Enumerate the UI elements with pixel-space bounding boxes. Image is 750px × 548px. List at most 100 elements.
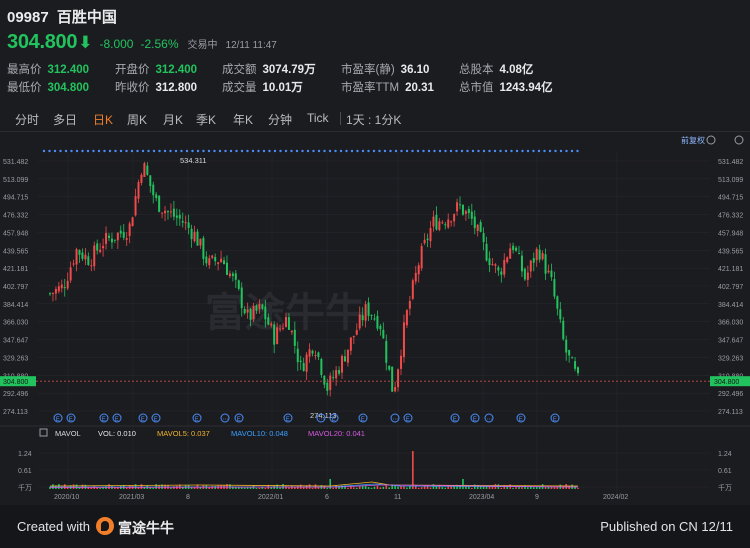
event-dot bbox=[70, 149, 73, 153]
stock-code: 09987 bbox=[7, 9, 49, 26]
event-dot bbox=[466, 149, 469, 153]
candle-body bbox=[249, 309, 252, 320]
candle-body bbox=[302, 363, 305, 372]
candle-body bbox=[435, 214, 438, 230]
candle-body bbox=[166, 211, 169, 213]
tab-4[interactable]: 月K bbox=[163, 111, 183, 128]
event-dot bbox=[565, 149, 568, 153]
event-dot bbox=[81, 149, 84, 153]
tab-6[interactable]: 年K bbox=[233, 111, 253, 128]
candle-body bbox=[131, 217, 134, 227]
tab-1[interactable]: 多日 bbox=[53, 111, 77, 128]
kline-chart[interactable]: 前复权 531.482 531.482 513.099 513.099 494.715 49… bbox=[0, 131, 750, 505]
tab-3[interactable]: 周K bbox=[127, 111, 147, 128]
timeframe-selector[interactable]: 1天 : 1分K bbox=[346, 111, 401, 128]
tab-5[interactable]: 季K bbox=[196, 111, 216, 128]
vol-tick-right: 1.24 bbox=[718, 451, 732, 458]
event-dot bbox=[114, 149, 117, 153]
event-dot bbox=[284, 149, 288, 153]
event-dot bbox=[262, 149, 266, 153]
tab-7[interactable]: 分钟 bbox=[268, 111, 292, 128]
volume-bar bbox=[376, 485, 379, 489]
tab-0[interactable]: 分时 bbox=[15, 111, 39, 128]
vol-tick-left: 千万 bbox=[18, 483, 32, 492]
y-tick-right: 531.482 bbox=[718, 159, 743, 166]
event-marker-text: E bbox=[237, 417, 241, 423]
candle-body bbox=[84, 254, 87, 260]
candle-body bbox=[155, 194, 158, 199]
vol-tick-right: 0.61 bbox=[718, 468, 732, 475]
event-dot bbox=[125, 149, 128, 153]
candle-body bbox=[105, 232, 108, 244]
candle-body bbox=[397, 369, 400, 388]
y-tick-right: 329.263 bbox=[718, 355, 743, 362]
y-tick-right: 421.181 bbox=[718, 266, 743, 273]
stat-value: 10.01万 bbox=[262, 82, 303, 94]
candle-body bbox=[146, 165, 149, 175]
volume-bar bbox=[512, 487, 514, 489]
stat-value: 36.10 bbox=[400, 64, 430, 76]
candle-body bbox=[408, 301, 411, 309]
y-tick-right: 457.948 bbox=[718, 230, 743, 237]
event-dot bbox=[103, 149, 106, 153]
volume-bar bbox=[577, 487, 579, 489]
candle-body bbox=[287, 317, 290, 330]
candle-body bbox=[172, 208, 175, 217]
candle-body bbox=[258, 303, 261, 310]
candle-body bbox=[264, 306, 267, 320]
candle-body bbox=[500, 271, 503, 275]
y-tick-right: 292.496 bbox=[718, 391, 743, 398]
event-dot bbox=[345, 149, 348, 153]
event-dot bbox=[169, 149, 172, 153]
candle-body bbox=[69, 267, 72, 281]
volume-bar bbox=[412, 451, 414, 489]
volume-bar bbox=[532, 487, 535, 489]
event-dot bbox=[279, 149, 282, 153]
adjust-label: 前复权 bbox=[681, 135, 705, 145]
volume-bar bbox=[170, 487, 172, 489]
event-dot bbox=[394, 149, 398, 153]
candle-body bbox=[420, 245, 423, 269]
event-dot bbox=[350, 149, 354, 153]
event-dot bbox=[251, 149, 255, 153]
stat-value: 1243.94亿 bbox=[499, 82, 553, 94]
candle-body bbox=[134, 196, 137, 216]
candle-body bbox=[488, 258, 491, 266]
candle-body bbox=[231, 273, 234, 276]
x-tick-label: 9 bbox=[535, 494, 539, 501]
candle-body bbox=[140, 174, 143, 183]
event-dot bbox=[246, 149, 249, 153]
candle-body bbox=[367, 302, 370, 316]
volume-bar bbox=[99, 487, 101, 489]
candle-body bbox=[447, 219, 450, 228]
candle-body bbox=[90, 265, 93, 267]
candle-body bbox=[441, 222, 444, 224]
candle-body bbox=[547, 270, 550, 273]
vol-tick-left: 1.24 bbox=[18, 451, 32, 458]
event-marker-text: ⋯ bbox=[223, 417, 229, 423]
event-marker-text: E bbox=[195, 417, 199, 423]
candle-body bbox=[107, 235, 110, 238]
candle-body bbox=[503, 259, 506, 275]
event-dot bbox=[576, 149, 579, 153]
volume-bar bbox=[279, 487, 281, 489]
stat-item: 开盘价 312.400 bbox=[115, 61, 197, 77]
volume-bar bbox=[471, 487, 473, 489]
volume-bar bbox=[382, 486, 385, 489]
event-dot bbox=[130, 149, 134, 153]
candle-body bbox=[75, 249, 78, 265]
stat-label: 总市值 bbox=[459, 82, 494, 94]
event-dot bbox=[317, 149, 321, 153]
volume-bar bbox=[367, 487, 370, 489]
candle-body bbox=[532, 258, 535, 263]
chart-canvas[interactable]: 前复权 531.482 531.482 513.099 513.099 494.715 49… bbox=[0, 131, 750, 505]
quote-time: 12/11 11:47 bbox=[225, 40, 277, 51]
volume-bar bbox=[255, 487, 258, 489]
tab-8[interactable]: Tick bbox=[307, 111, 329, 125]
event-dot bbox=[488, 149, 491, 153]
candle-body bbox=[526, 272, 529, 280]
y-tick-right: 402.797 bbox=[718, 284, 743, 291]
event-dot bbox=[59, 149, 62, 153]
tab-2[interactable]: 日K bbox=[93, 111, 113, 128]
event-marker-text: E bbox=[56, 417, 60, 423]
